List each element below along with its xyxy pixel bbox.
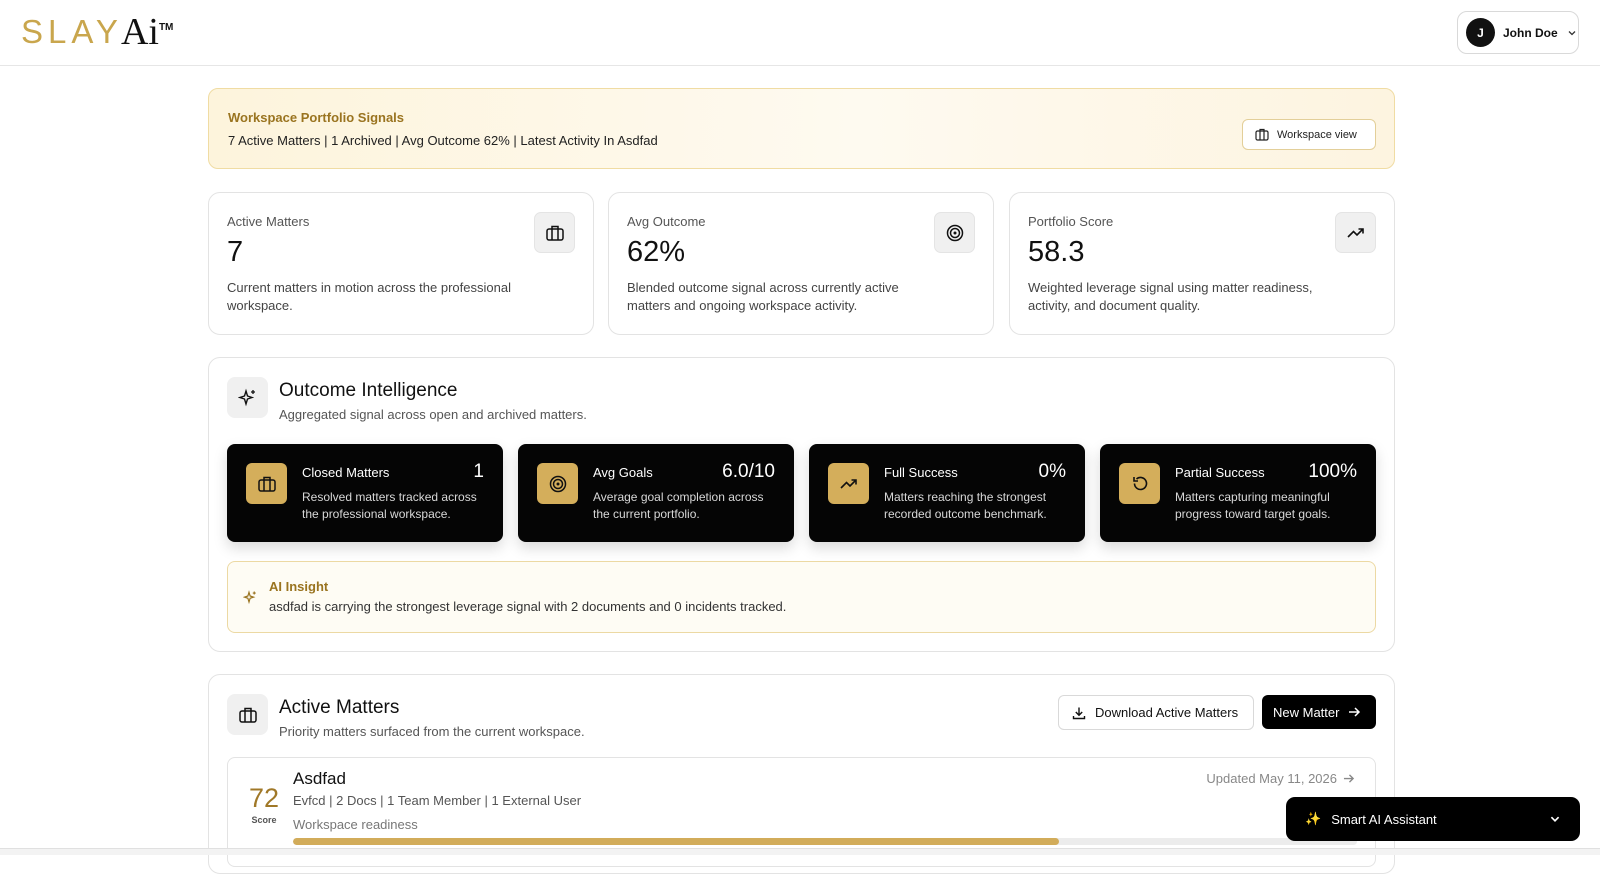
matter-title: Asdfad: [293, 769, 346, 788]
metric-value: 1: [473, 461, 484, 482]
sparkle-icon: ✨: [1305, 811, 1322, 826]
stat-card-active-matters: Active Matters 7 Current matters in moti…: [208, 192, 594, 335]
target-icon: [934, 212, 975, 253]
stat-card-avg-outcome: Avg Outcome 62% Blended outcome signal a…: [608, 192, 994, 335]
workspace-view-label: Workspace view: [1277, 128, 1357, 141]
logo-trademark: TM: [158, 22, 174, 33]
metric-value: 100%: [1308, 461, 1357, 482]
stat-card-portfolio-score: Portfolio Score 58.3 Weighted leverage s…: [1009, 192, 1395, 335]
banner-title: Workspace Portfolio Signals: [228, 110, 405, 125]
metric-description: Matters capturing meaningful progress to…: [1175, 490, 1331, 521]
readiness-label: Workspace readiness: [293, 817, 418, 832]
sparkles-icon: [227, 377, 268, 418]
metric-card-partial-success: Partial Success 100% Matters capturing m…: [1100, 444, 1376, 542]
new-matter-button[interactable]: New Matter: [1262, 695, 1376, 729]
matter-score: 72: [249, 783, 280, 813]
chevron-down-icon: [1550, 816, 1560, 822]
active-matters-section: Active Matters Priority matters surfaced…: [208, 674, 1395, 874]
workspace-view-button[interactable]: Workspace view: [1242, 119, 1376, 150]
metric-value: 6.0/10: [722, 461, 775, 482]
target-icon: [537, 463, 578, 504]
section-title: Active Matters: [279, 697, 400, 718]
logo-wordmark: SLAY: [21, 13, 123, 50]
stat-value: 7: [227, 236, 244, 268]
smart-ai-assistant-button[interactable]: ✨ Smart AI Assistant: [1286, 797, 1580, 841]
metric-value: 0%: [1038, 461, 1066, 482]
stat-value: 58.3: [1028, 236, 1085, 268]
metric-card-full-success: Full Success 0% Matters reaching the str…: [809, 444, 1085, 542]
metric-card-closed-matters: Closed Matters 1 Resolved matters tracke…: [227, 444, 503, 542]
insight-title: AI Insight: [269, 579, 329, 594]
metric-description: Average goal completion across the curre…: [593, 490, 764, 521]
banner-summary: 7 Active Matters | 1 Archived | Avg Outc…: [228, 133, 658, 148]
stat-description: Blended outcome signal across currently …: [627, 280, 899, 313]
sparkles-icon: [243, 590, 256, 605]
metric-title: Closed Matters: [302, 465, 390, 480]
briefcase-icon: [227, 694, 268, 735]
insight-text: asdfad is carrying the strongest leverag…: [269, 599, 787, 614]
stat-description: Weighted leverage signal using matter re…: [1028, 280, 1313, 313]
ai-insight-box: AI Insight asdfad is carrying the strong…: [227, 561, 1376, 633]
briefcase-icon: [534, 212, 575, 253]
updated-text: Updated May 11, 2026: [1206, 771, 1337, 786]
top-bar: SLAY Ai TM J John Doe: [0, 0, 1600, 66]
metric-title: Partial Success: [1175, 465, 1265, 480]
page-footer-edge: [0, 848, 1600, 855]
matter-meta: Evfcd | 2 Docs | 1 Team Member | 1 Exter…: [293, 793, 582, 808]
user-name: John Doe: [1503, 25, 1558, 40]
readiness-progress-fill: [293, 838, 1060, 845]
chevron-down-icon: [1568, 30, 1576, 35]
stat-label: Portfolio Score: [1028, 214, 1114, 229]
section-subtitle: Aggregated signal across open and archiv…: [279, 407, 587, 422]
metric-description: Resolved matters tracked across the prof…: [302, 490, 477, 521]
logo-ai: Ai: [120, 11, 159, 53]
stat-value: 62%: [627, 236, 686, 268]
download-icon: [1072, 707, 1086, 719]
arrow-right-icon: [1349, 707, 1361, 717]
metric-description: Matters reaching the strongest recorded …: [884, 490, 1047, 521]
assistant-label: Smart AI Assistant: [1331, 811, 1437, 827]
workspace-portfolio-banner: Workspace Portfolio Signals 7 Active Mat…: [208, 88, 1395, 169]
stat-label: Active Matters: [227, 214, 310, 229]
metric-title: Full Success: [884, 465, 958, 480]
readiness-progress-bar: [293, 838, 1357, 845]
trending-up-icon: [1335, 212, 1376, 253]
stat-description: Current matters in motion across the pro…: [227, 280, 511, 313]
rotate-icon: [1119, 463, 1160, 504]
section-title: Outcome Intelligence: [279, 380, 458, 401]
outcome-intelligence-section: Outcome Intelligence Aggregated signal a…: [208, 357, 1395, 652]
briefcase-icon: [1255, 128, 1269, 141]
updated-link[interactable]: Updated May 11, 2026: [1206, 771, 1355, 786]
new-matter-label: New Matter: [1273, 704, 1340, 720]
stat-label: Avg Outcome: [627, 214, 706, 229]
section-subtitle: Priority matters surfaced from the curre…: [279, 724, 585, 739]
download-label: Download Active Matters: [1095, 705, 1239, 720]
score-label: Score: [251, 815, 277, 825]
user-menu-button[interactable]: J John Doe: [1457, 11, 1579, 54]
trending-up-icon: [828, 463, 869, 504]
briefcase-icon: [246, 463, 287, 504]
slay-ai-logo[interactable]: SLAY Ai TM: [21, 12, 173, 52]
download-active-matters-button[interactable]: Download Active Matters: [1058, 695, 1254, 730]
avatar: J: [1466, 18, 1495, 47]
metric-title: Avg Goals: [593, 465, 653, 480]
metric-card-avg-goals: Avg Goals 6.0/10 Average goal completion…: [518, 444, 794, 542]
arrow-right-icon: [1343, 774, 1355, 783]
